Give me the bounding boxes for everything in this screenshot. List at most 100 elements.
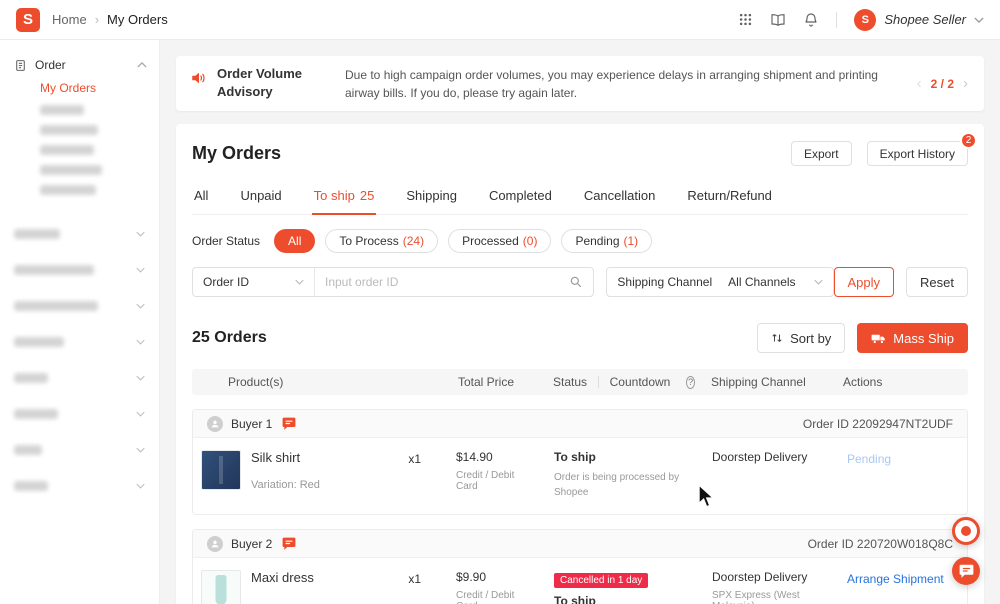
- apps-grid-icon[interactable]: [738, 12, 753, 27]
- sort-by-button[interactable]: Sort by: [757, 323, 846, 353]
- tab-unpaid[interactable]: Unpaid: [238, 179, 283, 214]
- total-price: $9.90: [456, 570, 487, 584]
- sidebar-section-redacted[interactable]: [14, 252, 147, 288]
- export-button[interactable]: Export: [790, 141, 852, 166]
- pill-to-process[interactable]: To Process (24): [325, 229, 439, 253]
- buyer-avatar-icon: [207, 415, 223, 432]
- topbar-right: S Shopee Seller: [738, 8, 984, 31]
- sidebar-section-redacted[interactable]: [14, 360, 147, 396]
- search-field-select[interactable]: Order ID: [193, 268, 315, 296]
- countdown-info-icon[interactable]: ?: [686, 375, 695, 389]
- pending-action-label: Pending: [847, 452, 892, 466]
- education-book-icon[interactable]: [770, 12, 786, 28]
- product-thumbnail: [201, 450, 241, 490]
- header-divider: [598, 376, 599, 388]
- product-quantity: x1: [408, 572, 421, 586]
- export-history-button[interactable]: Export History: [866, 141, 968, 166]
- tab-all[interactable]: All: [192, 179, 210, 214]
- filter-row: Order ID Shipping Channel All Channels A…: [192, 267, 968, 297]
- apply-button[interactable]: Apply: [833, 267, 895, 297]
- breadcrumb-chevron-icon: ›: [94, 12, 100, 27]
- webchat-button[interactable]: [952, 557, 980, 585]
- sidebar-item-my-orders[interactable]: My Orders: [14, 76, 147, 100]
- status-title: To ship: [554, 450, 596, 464]
- pager-next-icon[interactable]: ›: [963, 75, 968, 92]
- mass-ship-button[interactable]: Mass Ship: [857, 323, 968, 353]
- order-status-label: Order Status: [192, 234, 261, 248]
- breadcrumb-home-link[interactable]: Home: [52, 12, 87, 27]
- reset-button[interactable]: Reset: [906, 267, 968, 297]
- status-description: Order is being processed by Shopee: [554, 472, 680, 498]
- sidebar-section-redacted[interactable]: [14, 216, 147, 252]
- product-name: Maxi dress: [251, 570, 314, 585]
- pill-all[interactable]: All: [274, 229, 316, 253]
- chevron-down-icon: [974, 16, 984, 23]
- sidebar-section-redacted[interactable]: [14, 288, 147, 324]
- order-group-header: Buyer 1 Order ID 22092947NT2UDF: [193, 410, 967, 438]
- tab-cancellation[interactable]: Cancellation: [582, 179, 658, 214]
- search-icon[interactable]: [569, 275, 583, 289]
- chevron-down-icon: [136, 447, 145, 453]
- order-group: Buyer 1 Order ID 22092947NT2UDF Silk shi…: [192, 409, 968, 515]
- tab-return-refund[interactable]: Return/Refund: [685, 179, 774, 214]
- main-content: Order Volume Advisory Due to high campai…: [160, 40, 1000, 604]
- top-bar: S Home › My Orders S Shopee Seller: [0, 0, 1000, 40]
- shipping-channel-select[interactable]: Shipping Channel All Channels: [606, 267, 834, 297]
- chevron-down-icon: [136, 267, 145, 273]
- account-menu[interactable]: S Shopee Seller: [854, 8, 984, 31]
- chevron-down-icon: [136, 483, 145, 489]
- shipping-channel-courier: SPX Express (West Malaysia): [712, 590, 800, 604]
- tab-shipping[interactable]: Shipping: [404, 179, 459, 214]
- advisory-banner: Order Volume Advisory Due to high campai…: [176, 56, 984, 111]
- payment-method: Credit / Debit Card: [456, 590, 515, 604]
- col-actions: Actions: [843, 375, 883, 389]
- pill-processed[interactable]: Processed (0): [448, 229, 552, 253]
- sidebar-section-order[interactable]: Order: [14, 54, 147, 76]
- chat-buyer-icon[interactable]: [282, 537, 296, 550]
- megaphone-icon: [190, 69, 208, 87]
- sidebar-item-redacted[interactable]: [40, 100, 147, 120]
- order-tabs: All Unpaid To ship 25 Shipping Completed …: [192, 179, 968, 215]
- sidebar-item-redacted[interactable]: [40, 120, 147, 140]
- sidebar-section-order-label: Order: [35, 58, 66, 72]
- pill-pending[interactable]: Pending (1): [561, 229, 653, 253]
- tab-completed[interactable]: Completed: [487, 179, 554, 214]
- col-products: Product(s): [228, 375, 284, 389]
- pager-prev-icon[interactable]: ‹: [917, 75, 922, 92]
- chat-bubble-icon: [959, 564, 974, 578]
- sidebar-item-redacted[interactable]: [40, 160, 147, 180]
- chevron-down-icon: [295, 279, 304, 285]
- sort-arrows-icon: [771, 332, 783, 344]
- sidebar-item-redacted[interactable]: [40, 140, 147, 160]
- sidebar-section-redacted[interactable]: [14, 396, 147, 432]
- chat-buyer-icon[interactable]: [282, 417, 296, 430]
- notification-bell-icon[interactable]: [803, 12, 819, 28]
- order-id: Order ID 22092947NT2UDF: [802, 416, 953, 431]
- chevron-down-icon: [136, 303, 145, 309]
- status-title: To ship: [554, 594, 596, 604]
- total-price: $14.90: [456, 450, 493, 464]
- col-status: Status: [553, 375, 588, 389]
- shopee-logo-letter: S: [22, 11, 33, 28]
- advisory-message: Due to high campaign order volumes, you …: [345, 68, 878, 100]
- arrange-shipment-link[interactable]: Arrange Shipment: [847, 572, 944, 586]
- product-thumbnail: [201, 570, 241, 604]
- buyer-name: Buyer 1: [231, 416, 273, 431]
- pager-page-indicator: 2 / 2: [930, 76, 954, 91]
- chevron-down-icon: [136, 339, 145, 345]
- floating-assistant-widget[interactable]: [952, 517, 980, 545]
- tab-to-ship[interactable]: To ship 25: [311, 179, 377, 215]
- shipping-channel-value: Doorstep Delivery: [712, 450, 808, 464]
- order-id: Order ID 220720W018Q8C: [807, 536, 953, 551]
- account-avatar: S: [854, 8, 877, 31]
- orders-table-header: Product(s) Total Price Status Countdown …: [192, 369, 968, 395]
- order-row: Silk shirt Variation: Red x1 $14.90 Cred…: [193, 438, 967, 514]
- product-name: Silk shirt: [251, 450, 301, 465]
- sidebar-item-redacted[interactable]: [40, 180, 147, 200]
- shopee-logo[interactable]: S: [16, 7, 40, 32]
- tab-to-ship-count: 25: [359, 188, 375, 203]
- sidebar-section-redacted[interactable]: [14, 468, 147, 504]
- sidebar-section-redacted[interactable]: [14, 324, 147, 360]
- sidebar-section-redacted[interactable]: [14, 432, 147, 468]
- order-id-input[interactable]: [325, 275, 570, 289]
